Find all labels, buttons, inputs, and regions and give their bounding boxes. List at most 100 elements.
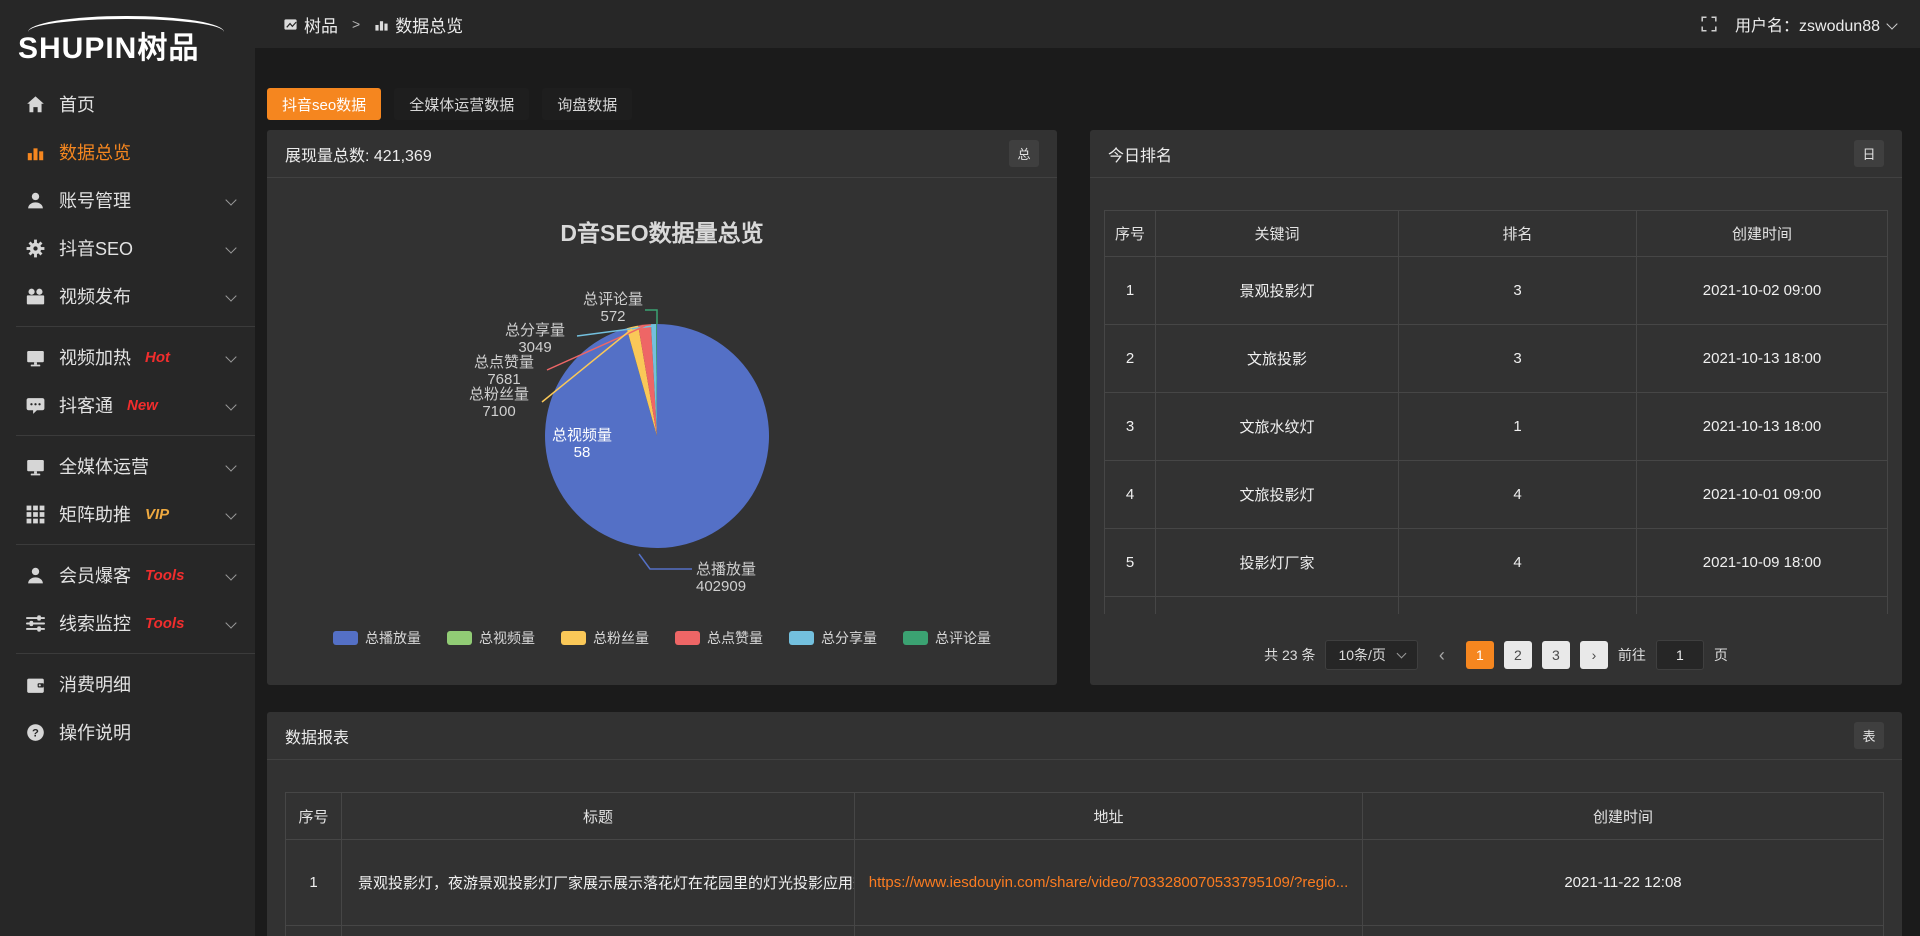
sidebar-item-label: 抖音SEO <box>59 235 133 261</box>
video-icon <box>26 287 45 306</box>
pie-label-plays: 总播放量402909 <box>696 561 796 595</box>
sidebar-item-douketong[interactable]: 抖客通New <box>0 381 255 429</box>
legend-label: 总点赞量 <box>707 628 763 648</box>
bar-chart-icon <box>374 17 389 32</box>
legend-swatch <box>903 631 928 645</box>
legend-swatch <box>561 631 586 645</box>
logo: SHUPIN树品 <box>0 0 255 72</box>
sidebar-item-home[interactable]: 首页 <box>0 80 255 128</box>
ranking-title: 今日排名 <box>1108 142 1172 166</box>
page-button-3[interactable]: 3 <box>1542 641 1570 669</box>
sidebar-item-omni-media[interactable]: 全媒体运营 <box>0 442 255 490</box>
sidebar-item-label: 首页 <box>59 91 95 117</box>
report-url-link[interactable]: https://www.iesdouyin.com/share/video/70… <box>869 874 1349 891</box>
legend-item-2[interactable]: 总粉丝量 <box>561 628 649 648</box>
legend-swatch <box>675 631 700 645</box>
legend-item-1[interactable]: 总视频量 <box>447 628 535 648</box>
legend-label: 总粉丝量 <box>593 628 649 648</box>
data-tabs: 抖音seo数据全媒体运营数据询盘数据 <box>267 88 632 120</box>
sidebar-item-account[interactable]: 账号管理 <box>0 176 255 224</box>
tab-omni-media-data[interactable]: 全媒体运营数据 <box>394 88 529 120</box>
table-cell <box>342 926 855 936</box>
report-title: 数据报表 <box>285 724 349 748</box>
sidebar-item-label: 视频加热 <box>59 344 131 370</box>
table-cell: 2021-10-02 09:00 <box>1637 257 1888 325</box>
total-view-button[interactable]: 总 <box>1009 140 1039 167</box>
overview-title: 展现量总数: 421,369 <box>285 142 432 166</box>
ranking-table: 序号关键词排名创建时间1景观投影灯32021-10-02 09:002文旅投影3… <box>1104 210 1888 614</box>
breadcrumb-separator: > <box>352 16 360 32</box>
sidebar-item-video-heat[interactable]: 视频加热Hot <box>0 333 255 381</box>
table-cell: 3 <box>1105 393 1156 461</box>
gear-icon <box>26 239 45 258</box>
daily-view-button[interactable]: 日 <box>1854 140 1884 167</box>
table-cell <box>1363 926 1884 936</box>
next-page-button[interactable]: › <box>1580 641 1608 669</box>
legend-label: 总评论量 <box>935 628 991 648</box>
table-cell <box>1156 597 1399 615</box>
sidebar-divider <box>16 435 255 436</box>
sidebar-item-help[interactable]: ? 操作说明 <box>0 708 255 756</box>
table-cell <box>1105 597 1156 615</box>
sidebar-divider <box>16 326 255 327</box>
legend-item-0[interactable]: 总播放量 <box>333 628 421 648</box>
legend-item-4[interactable]: 总分享量 <box>789 628 877 648</box>
sidebar-item-label: 视频发布 <box>59 283 131 309</box>
tab-inquiry-data[interactable]: 询盘数据 <box>542 88 632 120</box>
topbar: 树品 > 数据总览 用户名：zswodun88 <box>255 0 1920 48</box>
table-view-button[interactable]: 表 <box>1854 722 1884 749</box>
fullscreen-icon[interactable] <box>1701 16 1717 32</box>
table-cell <box>855 926 1363 936</box>
legend-label: 总视频量 <box>479 628 535 648</box>
sidebar-item-douyin-seo[interactable]: 抖音SEO <box>0 224 255 272</box>
sidebar-item-member-baoke[interactable]: 会员爆客Tools <box>0 551 255 599</box>
svg-text:?: ? <box>32 727 39 739</box>
user-menu[interactable]: 用户名：zswodun88 <box>1735 12 1896 36</box>
legend-item-5[interactable]: 总评论量 <box>903 628 991 648</box>
table-row: 2文旅投影32021-10-13 18:00 <box>1105 325 1888 393</box>
goto-page-input[interactable] <box>1656 640 1704 670</box>
chevron-down-icon <box>1886 18 1897 29</box>
pie-label-likes: 总点赞量7681 <box>464 354 544 388</box>
column-header: 创建时间 <box>1637 211 1888 257</box>
main-content: 抖音seo数据全媒体运营数据询盘数据 展现量总数: 421,369 总 D音SE… <box>255 48 1920 936</box>
monitor-icon <box>26 348 45 367</box>
sidebar-item-data-overview[interactable]: 数据总览 <box>0 128 255 176</box>
pie-label-shares: 总分享量3049 <box>495 322 575 356</box>
table-cell: 2021-11-22 12:08 <box>1363 840 1884 926</box>
breadcrumb-root[interactable]: 树品 <box>304 12 338 37</box>
sidebar-item-matrix-boost[interactable]: 矩阵助推VIP <box>0 490 255 538</box>
tab-douyin-seo-data[interactable]: 抖音seo数据 <box>267 88 381 120</box>
question-icon: ? <box>26 723 45 742</box>
sidebar-item-clue-monitor[interactable]: 线索监控Tools <box>0 599 255 647</box>
sidebar-item-label: 操作说明 <box>59 719 131 745</box>
report-panel-header: 数据报表 表 <box>267 712 1902 760</box>
legend-label: 总播放量 <box>365 628 421 648</box>
sidebar-item-label: 消费明细 <box>59 671 131 697</box>
table-cell: 4 <box>1105 461 1156 529</box>
logo-arc <box>28 16 224 32</box>
chevron-down-icon <box>225 290 236 301</box>
table-cell <box>1637 597 1888 615</box>
table-row: 1景观投影灯32021-10-02 09:00 <box>1105 257 1888 325</box>
user-icon <box>26 191 45 210</box>
legend-item-3[interactable]: 总点赞量 <box>675 628 763 648</box>
table-row <box>1105 597 1888 615</box>
sidebar-item-consume-detail[interactable]: 消费明细 <box>0 660 255 708</box>
monitor-icon <box>26 457 45 476</box>
table-cell: 景观投影灯 <box>1156 257 1399 325</box>
page-button-2[interactable]: 2 <box>1504 641 1532 669</box>
pagination-total: 共 23 条 <box>1264 645 1315 665</box>
table-cell: 1 <box>1105 257 1156 325</box>
prev-page-button[interactable]: ‹ <box>1428 641 1456 669</box>
column-header: 创建时间 <box>1363 793 1884 840</box>
chevron-down-icon <box>225 569 236 580</box>
page-button-1[interactable]: 1 <box>1466 641 1494 669</box>
page-size-select[interactable]: 10条/页 <box>1325 640 1417 670</box>
table-row <box>286 926 1884 936</box>
pie-chart-svg[interactable] <box>267 178 1057 686</box>
sliders-icon <box>26 614 45 633</box>
sidebar-item-video-publish[interactable]: 视频发布 <box>0 272 255 320</box>
sidebar-item-label: 全媒体运营 <box>59 453 149 479</box>
chat-icon <box>26 396 45 415</box>
